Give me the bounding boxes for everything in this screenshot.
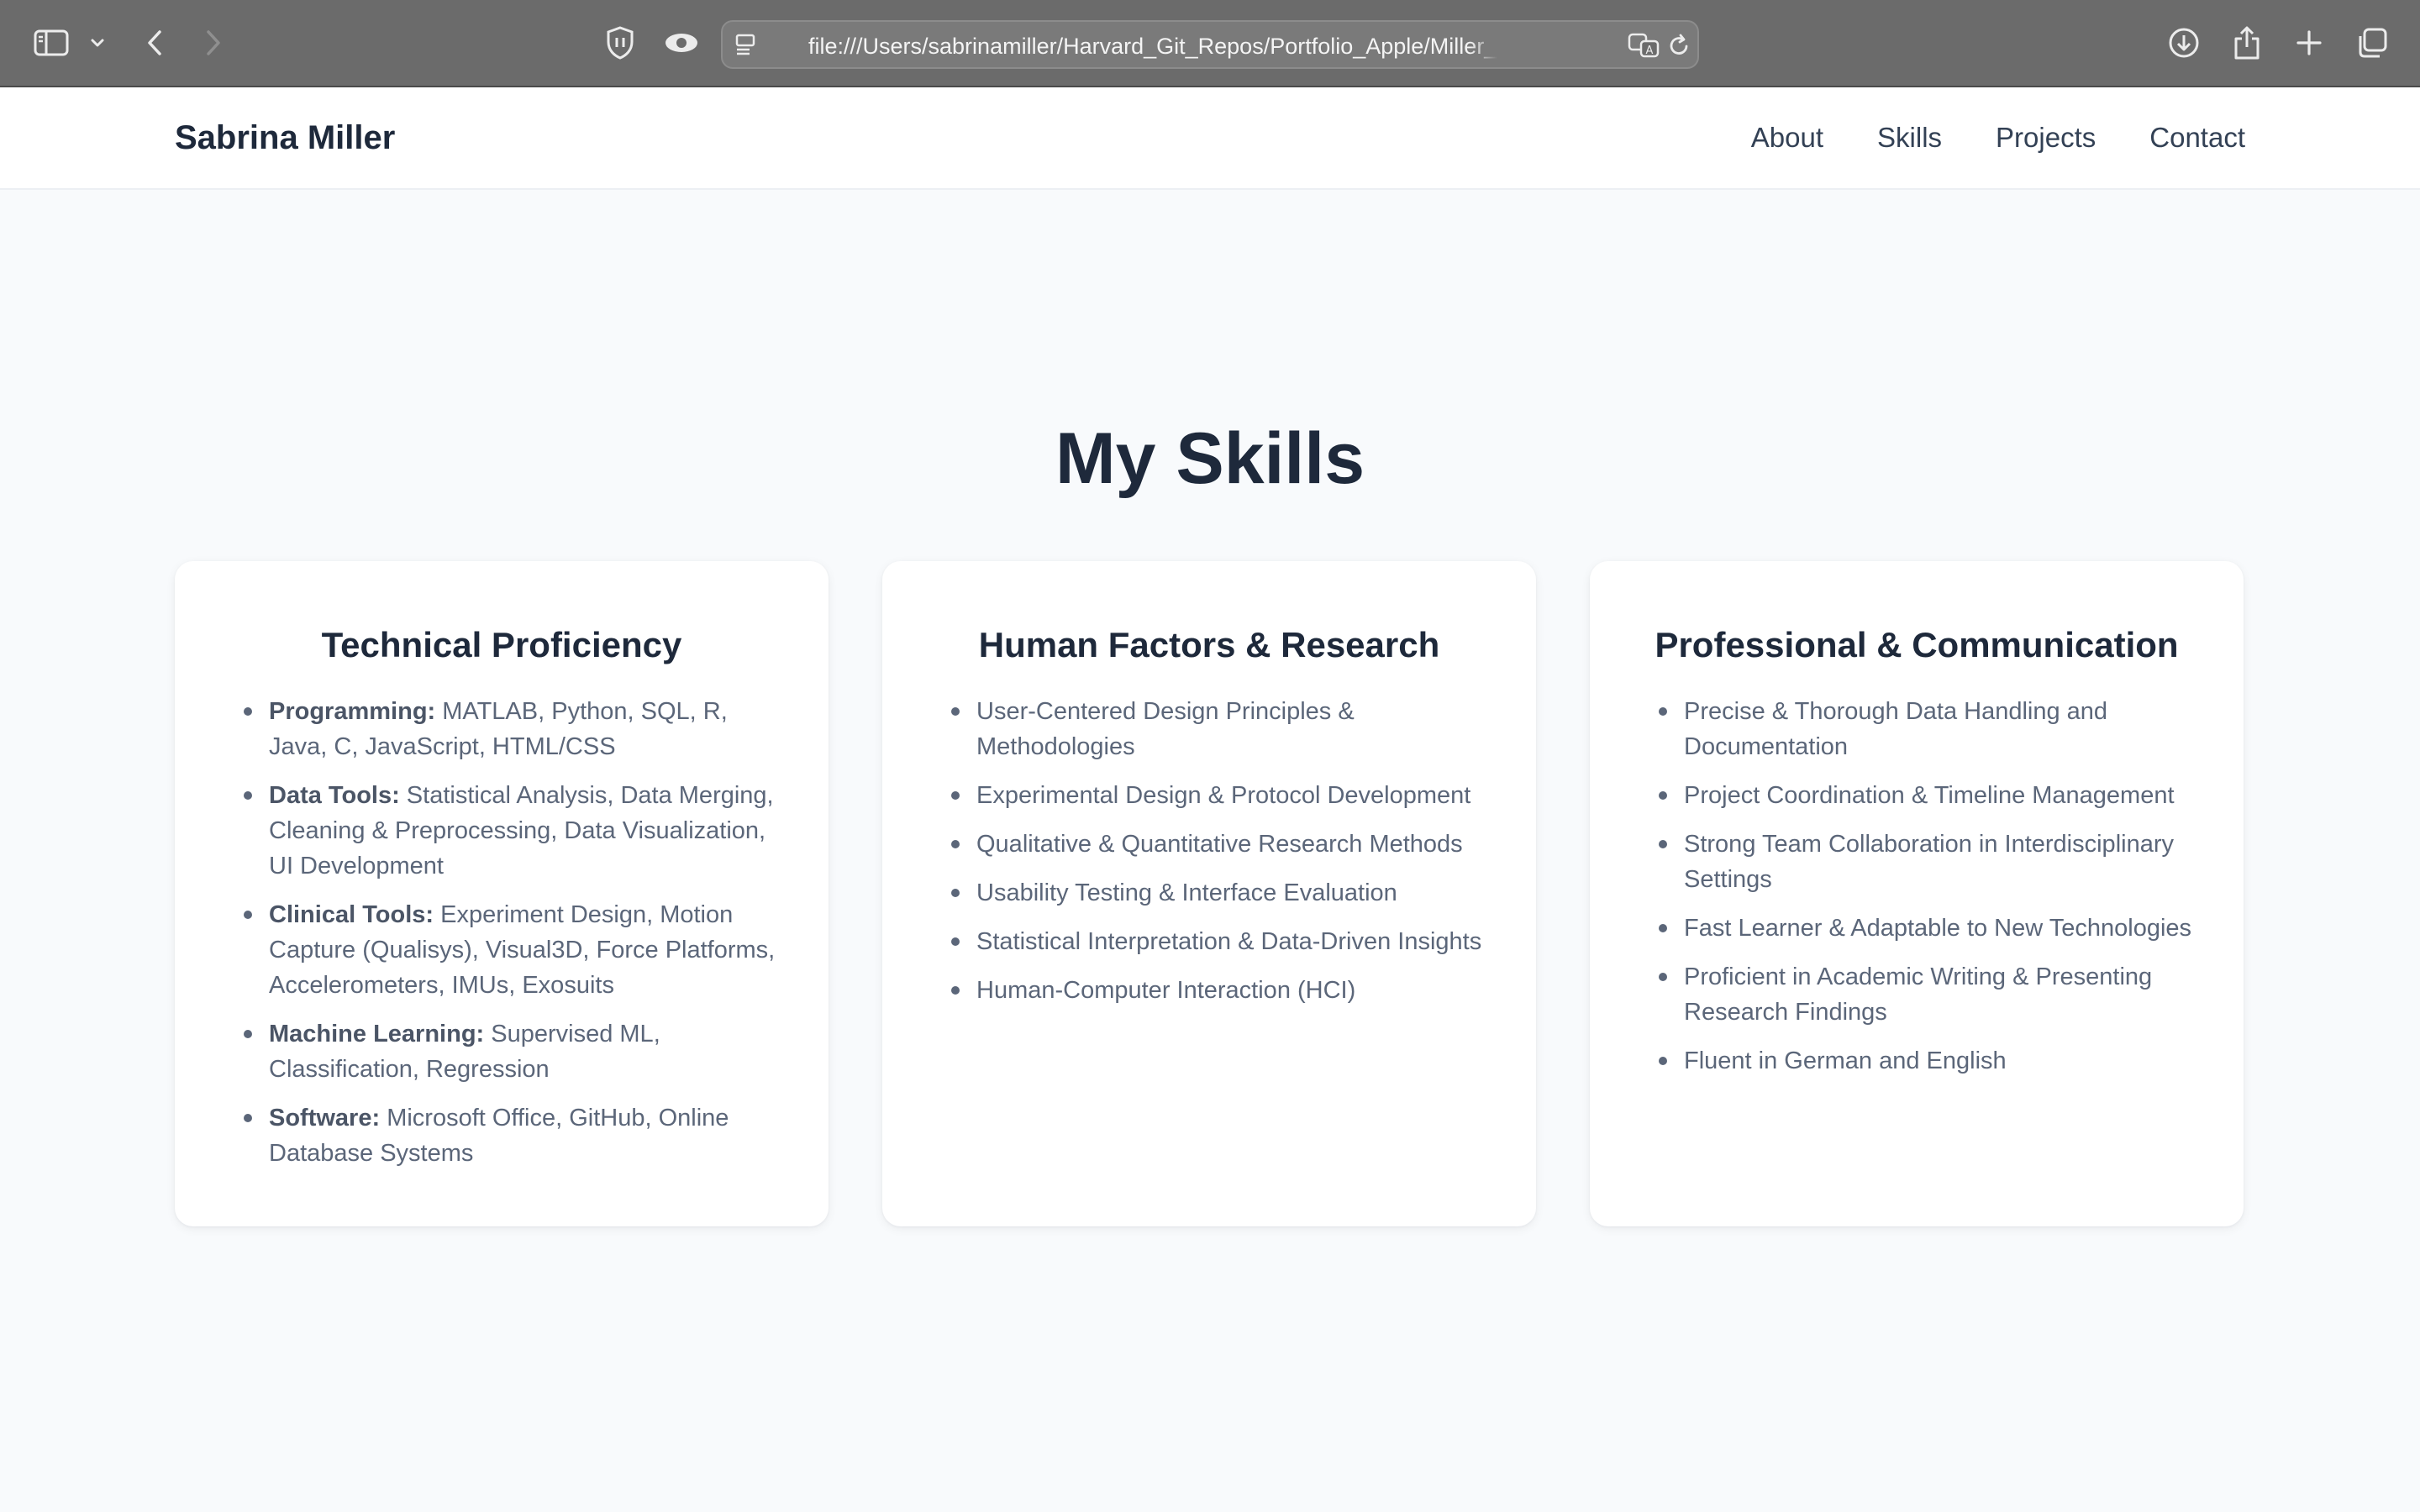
skill-label: Machine Learning: — [269, 1021, 485, 1047]
skill-list: User-Centered Design Principles & Method… — [929, 694, 1489, 1008]
card-title: Professional & Communication — [1655, 625, 2179, 664]
plus-icon[interactable] — [2292, 25, 2326, 60]
list-item: Human-Computer Interaction (HCI) — [951, 973, 1489, 1008]
nav-link-skills[interactable]: Skills — [1877, 114, 1942, 161]
forward-icon[interactable] — [198, 25, 229, 60]
skill-label: Software: — [269, 1105, 381, 1131]
tabs-icon[interactable] — [2354, 25, 2390, 60]
list-item: Fast Learner & Adaptable to New Technolo… — [1659, 911, 2196, 946]
browser-toolbar: file:///Users/sabrinamiller/Harvard_Git_… — [0, 0, 2420, 87]
list-item: Software: Microsoft Office, GitHub, Onli… — [244, 1100, 781, 1171]
skill-card-technical: Technical Proficiency Programming: MATLA… — [175, 561, 829, 1226]
list-item: Proficient in Academic Writing & Present… — [1659, 959, 2196, 1030]
card-title: Human Factors & Research — [978, 625, 1440, 664]
skill-label: Programming: — [269, 698, 436, 725]
skill-label: Data Tools: — [269, 782, 400, 809]
list-item: User-Centered Design Principles & Method… — [951, 694, 1489, 764]
list-item: Fluent in German and English — [1659, 1043, 2196, 1079]
skill-card-professional: Professional & Communication Precise & T… — [1590, 561, 2244, 1226]
reload-icon[interactable] — [1667, 32, 1692, 59]
section-title: My Skills — [1055, 418, 1365, 499]
sidebar-icon[interactable] — [32, 25, 71, 60]
site-brand[interactable]: Sabrina Miller — [175, 114, 395, 161]
chevron-down-icon[interactable] — [87, 32, 108, 54]
list-item: Machine Learning: Supervised ML, Classif… — [244, 1016, 781, 1087]
shield-icon[interactable] — [602, 24, 639, 62]
list-item: Programming: MATLAB, Python, SQL, R, Jav… — [244, 694, 781, 764]
site-header: Sabrina Miller About Skills Projects Con… — [0, 87, 2420, 190]
main-nav: About Skills Projects Contact — [1751, 114, 2245, 161]
address-bar[interactable]: file:///Users/sabrinamiller/Harvard_Git_… — [721, 20, 1699, 69]
url-text[interactable]: file:///Users/sabrinamiller/Harvard_Git_… — [808, 32, 1497, 60]
download-icon[interactable] — [2166, 25, 2202, 60]
list-item: Statistical Interpretation & Data-Driven… — [951, 924, 1489, 959]
back-icon[interactable] — [139, 25, 170, 60]
eye-icon[interactable] — [662, 25, 701, 60]
card-title: Technical Proficiency — [321, 625, 682, 664]
list-item: Experimental Design & Protocol Developme… — [951, 778, 1489, 813]
skill-card-human-factors: Human Factors & Research User-Centered D… — [882, 561, 1536, 1226]
page-menu-icon[interactable] — [733, 32, 761, 57]
list-item: Project Coordination & Timeline Manageme… — [1659, 778, 2196, 813]
translate-icon[interactable]: A — [1627, 32, 1660, 59]
list-item: Data Tools: Statistical Analysis, Data M… — [244, 778, 781, 884]
list-item: Usability Testing & Interface Evaluation — [951, 875, 1489, 911]
list-item: Strong Team Collaboration in Interdiscip… — [1659, 827, 2196, 897]
skills-cards: Technical Proficiency Programming: MATLA… — [175, 561, 2245, 1226]
skill-list: Programming: MATLAB, Python, SQL, R, Jav… — [222, 694, 781, 1171]
skill-list: Precise & Thorough Data Handling and Doc… — [1637, 694, 2196, 1079]
share-icon[interactable] — [2230, 24, 2264, 62]
svg-text:A: A — [1646, 45, 1654, 57]
nav-link-about[interactable]: About — [1751, 114, 1823, 161]
nav-link-contact[interactable]: Contact — [2149, 114, 2245, 161]
list-item: Clinical Tools: Experiment Design, Motio… — [244, 897, 781, 1003]
list-item: Precise & Thorough Data Handling and Doc… — [1659, 694, 2196, 764]
nav-link-projects[interactable]: Projects — [1996, 114, 2096, 161]
skill-label: Clinical Tools: — [269, 901, 434, 928]
list-item: Qualitative & Quantitative Research Meth… — [951, 827, 1489, 862]
